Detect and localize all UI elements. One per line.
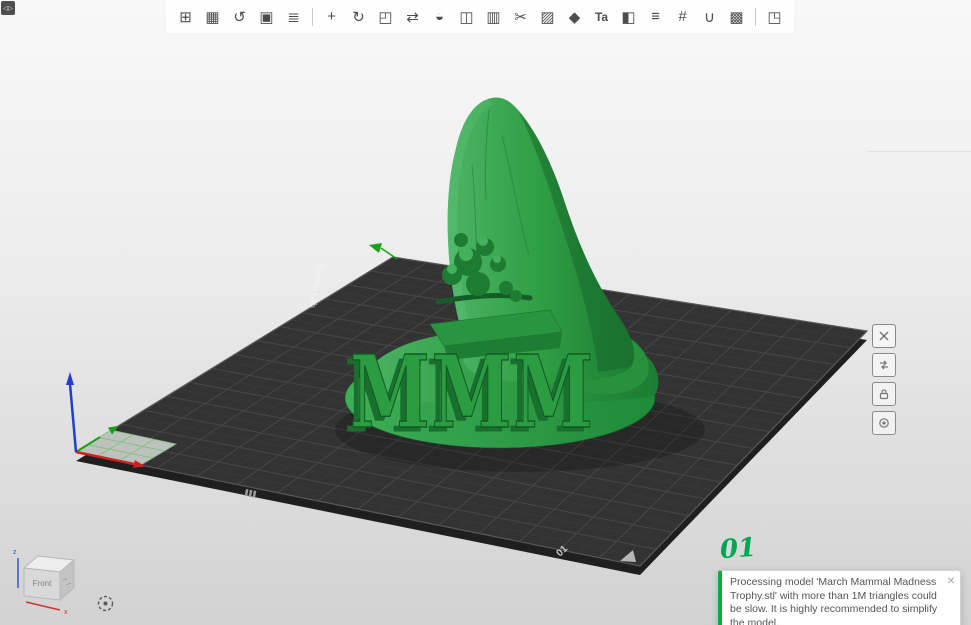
- cube-front-label: Front: [33, 579, 52, 588]
- model-letters: MMM MMM: [344, 332, 595, 455]
- layers-button[interactable]: ≣: [280, 3, 307, 30]
- notification-toast: Processing model 'March Mammal Madness T…: [718, 570, 961, 625]
- arrange-plate-button[interactable]: [872, 353, 896, 377]
- seam-paint-button[interactable]: ◆: [561, 3, 588, 30]
- arrange-arrows-icon: [880, 360, 888, 370]
- cube-z-label: z: [13, 549, 17, 556]
- main-toolbar: ⊞ ▦ ↺ ▣ ≣ + ↻ ◰ ⇄ ◒ ◫ ▥ ✂ ▨ ◆ Ta ◧ ≡ # ∪ ▩ ◳: [166, 0, 794, 33]
- ground-horizon-line: [867, 151, 971, 152]
- sidebar-collapse-button[interactable]: ◁▷: [1, 1, 15, 15]
- viewport-capture-button[interactable]: [96, 594, 115, 613]
- cube-x-axis: [25, 601, 61, 611]
- lock-plate-button[interactable]: [872, 382, 896, 406]
- z-axis: [68, 383, 78, 453]
- svg-text:MMM: MMM: [350, 333, 595, 451]
- gear-icon: [879, 418, 889, 428]
- text-button[interactable]: Ta: [588, 3, 615, 30]
- close-icon: [879, 331, 889, 341]
- variable-layer-height-button[interactable]: ≡: [642, 3, 669, 30]
- app-window: Bambu Lab 01 MMM MMM ◁▷ ⊞ ▦ ↺ ▣ ≣ + ↻ ◰ …: [0, 0, 971, 625]
- cube-x-label: x: [64, 609, 68, 616]
- delete-plate-button[interactable]: [872, 324, 896, 348]
- measure-button[interactable]: #: [669, 3, 696, 30]
- assembly-button[interactable]: ▩: [723, 3, 750, 30]
- support-paint-button[interactable]: ▨: [534, 3, 561, 30]
- auto-orient-button[interactable]: ↺: [226, 3, 253, 30]
- toast-close-icon[interactable]: ×: [947, 573, 955, 587]
- split-objects-button[interactable]: ◫: [453, 3, 480, 30]
- toolbar-separator: [755, 7, 756, 26]
- plate-number-label: 01: [718, 532, 758, 566]
- move-button[interactable]: +: [318, 3, 345, 30]
- scale-button[interactable]: ◰: [372, 3, 399, 30]
- capture-icon: [97, 595, 114, 612]
- viewport-3d[interactable]: Bambu Lab 01 MMM MMM: [0, 0, 971, 625]
- rotate-button[interactable]: ↻: [345, 3, 372, 30]
- mesh-boolean-button[interactable]: ∪: [696, 3, 723, 30]
- lay-flat-button[interactable]: ◒: [426, 3, 453, 30]
- lock-icon: [879, 389, 889, 400]
- exploded-view-button[interactable]: ◳: [761, 3, 788, 30]
- arrange-button[interactable]: ▣: [253, 3, 280, 30]
- y-axis-arrow-icon: [369, 243, 382, 253]
- toolbar-separator: [312, 7, 313, 26]
- cut-button[interactable]: ✂: [507, 3, 534, 30]
- notification-message: Processing model 'March Mammal Madness T…: [730, 576, 938, 625]
- color-paint-button[interactable]: ◧: [615, 3, 642, 30]
- mirror-button[interactable]: ⇄: [399, 3, 426, 30]
- split-parts-button[interactable]: ▥: [480, 3, 507, 30]
- orientation-cube[interactable]: z x Front: [8, 540, 98, 620]
- plate-toolbar: [872, 324, 896, 435]
- add-model-button[interactable]: ⊞: [172, 3, 199, 30]
- plate-settings-button[interactable]: [872, 411, 896, 435]
- add-plate-button[interactable]: ▦: [199, 3, 226, 30]
